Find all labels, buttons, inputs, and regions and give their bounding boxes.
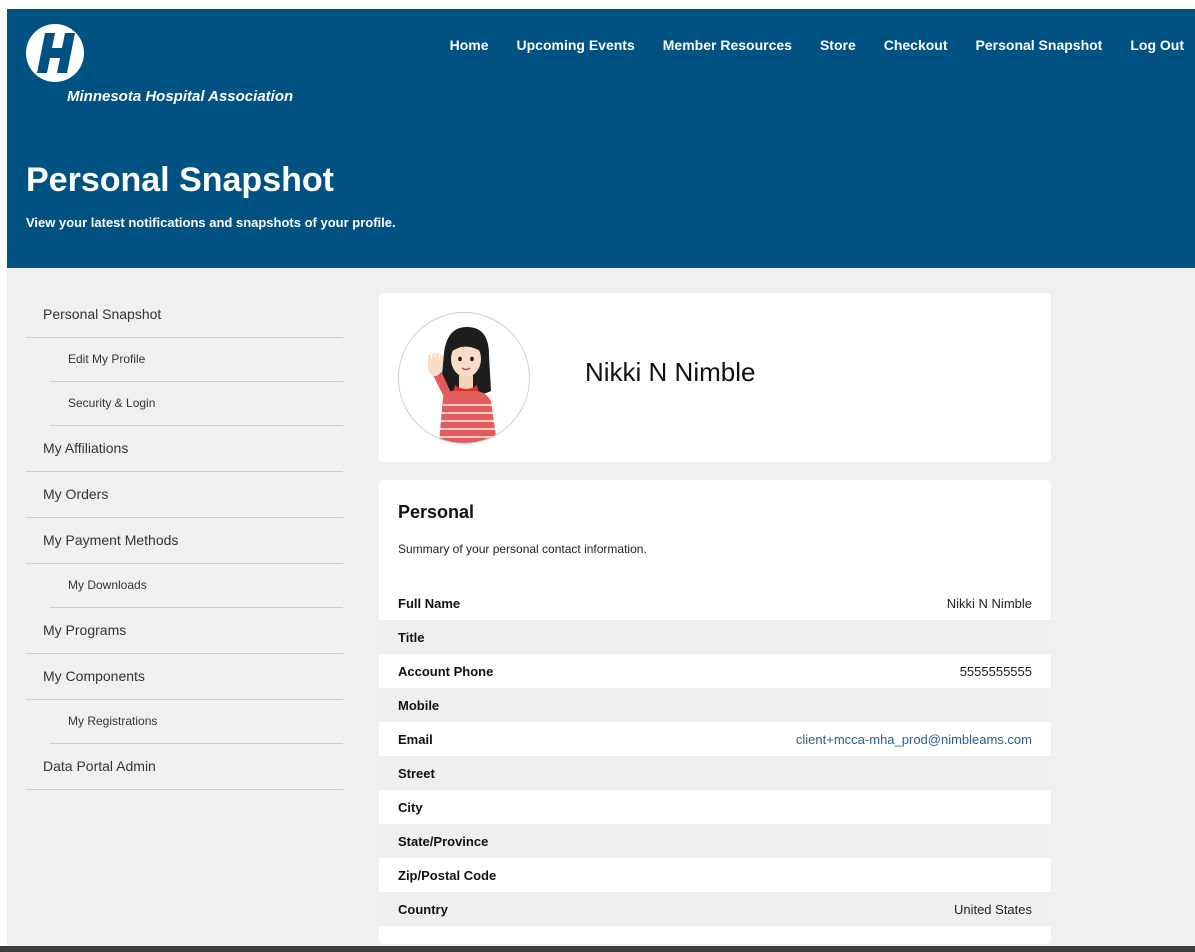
hospital-h-icon	[26, 24, 84, 82]
sidebar-item-personal-snapshot[interactable]: Personal Snapshot	[26, 292, 343, 338]
main-content: Personal Snapshot Edit My Profile Securi…	[7, 268, 1195, 946]
sidebar-item-my-downloads[interactable]: My Downloads	[50, 564, 343, 608]
row-value: 5555555555	[959, 663, 1032, 679]
row-label: Email	[398, 731, 433, 747]
sidebar-item-data-portal-admin[interactable]: Data Portal Admin	[26, 744, 343, 790]
row-label: Title	[398, 629, 425, 645]
sidebar-item-my-payment-methods[interactable]: My Payment Methods	[26, 518, 343, 564]
logo-text: Minnesota Hospital Association	[67, 88, 294, 105]
avatar[interactable]	[398, 312, 530, 444]
sidebar-item-security-login[interactable]: Security & Login	[50, 382, 343, 426]
sidebar-item-my-registrations[interactable]: My Registrations	[50, 700, 343, 744]
row-zip-postal-code: Zip/Postal Code	[379, 858, 1051, 892]
sidebar-item-my-affiliations[interactable]: My Affiliations	[26, 426, 343, 472]
row-value: Nikki N Nimble	[946, 595, 1032, 611]
row-label: Account Phone	[398, 663, 494, 679]
nav-member-resources[interactable]: Member Resources	[663, 37, 792, 53]
nav-store[interactable]: Store	[820, 37, 856, 53]
waving-woman-avatar-icon	[428, 327, 497, 443]
nav-upcoming-events[interactable]: Upcoming Events	[517, 37, 635, 53]
personal-info-table: Full Name Nikki N Nimble Title Account P…	[379, 586, 1051, 926]
nav-personal-snapshot[interactable]: Personal Snapshot	[976, 37, 1103, 53]
nav-home[interactable]: Home	[450, 37, 489, 53]
sidebar-item-my-components[interactable]: My Components	[26, 654, 343, 700]
row-title: Title	[379, 620, 1051, 654]
row-label: State/Province	[398, 833, 489, 849]
window-bottom-edge	[0, 946, 1195, 952]
row-state-province: State/Province	[379, 824, 1051, 858]
sidebar-nav: Personal Snapshot Edit My Profile Securi…	[26, 292, 343, 790]
mha-logo[interactable]	[25, 23, 85, 88]
nav-checkout[interactable]: Checkout	[884, 37, 948, 53]
row-label: City	[398, 799, 423, 815]
personal-info-card: Personal Summary of your personal contac…	[379, 480, 1051, 944]
row-value: United States	[953, 901, 1032, 917]
page-title: Personal Snapshot	[26, 161, 334, 199]
section-description: Summary of your personal contact informa…	[398, 542, 647, 556]
row-full-name: Full Name Nikki N Nimble	[379, 586, 1051, 620]
page-subtitle: View your latest notifications and snaps…	[26, 215, 396, 230]
row-label: Full Name	[398, 595, 461, 611]
profile-name: Nikki N Nimble	[585, 357, 756, 387]
row-label: Street	[398, 765, 435, 781]
row-label: Mobile	[398, 697, 440, 713]
top-nav: Home Upcoming Events Member Resources St…	[450, 37, 1195, 53]
email-link[interactable]: client+mcca-mha_prod@nimbleams.com	[796, 732, 1032, 747]
nav-log-out[interactable]: Log Out	[1130, 37, 1184, 53]
row-mobile: Mobile	[379, 688, 1051, 722]
site-header: Minnesota Hospital Association Home Upco…	[7, 9, 1195, 268]
row-label: Country	[398, 901, 448, 917]
row-city: City	[379, 790, 1051, 824]
row-label: Zip/Postal Code	[398, 867, 497, 883]
row-email: Email client+mcca-mha_prod@nimbleams.com	[379, 722, 1051, 756]
row-account-phone: Account Phone 5555555555	[379, 654, 1051, 688]
sidebar-item-my-programs[interactable]: My Programs	[26, 608, 343, 654]
section-title: Personal	[398, 502, 475, 522]
profile-card: Nikki N Nimble	[379, 293, 1051, 462]
row-country: Country United States	[379, 892, 1051, 926]
sidebar-item-my-orders[interactable]: My Orders	[26, 472, 343, 518]
sidebar-item-edit-my-profile[interactable]: Edit My Profile	[50, 338, 343, 382]
row-street: Street	[379, 756, 1051, 790]
